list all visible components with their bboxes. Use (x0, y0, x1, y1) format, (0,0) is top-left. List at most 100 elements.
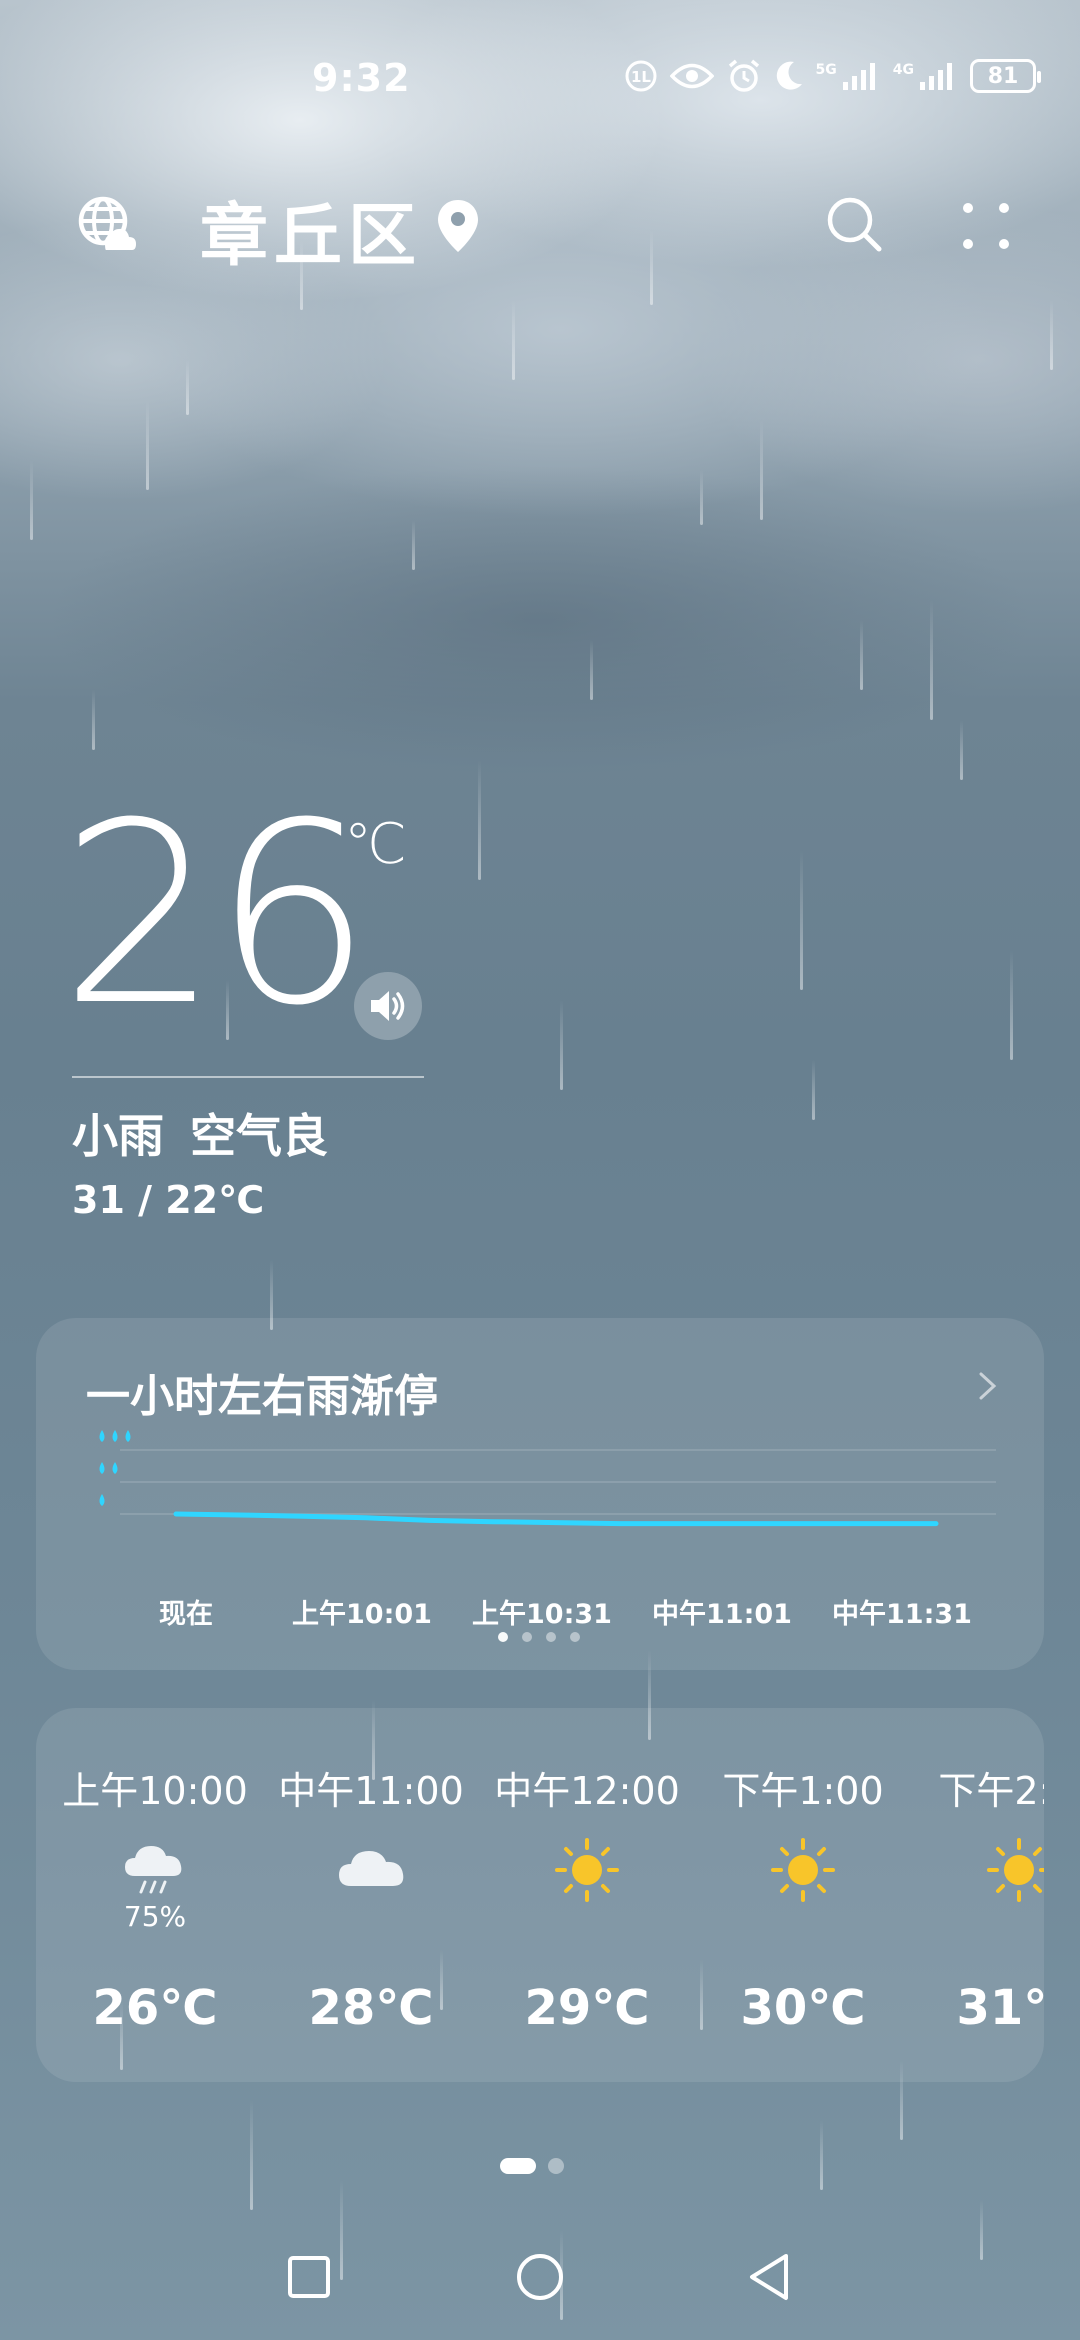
chart-tick: 上午10:01 (292, 1599, 432, 1630)
status-time: 9:32 (312, 56, 411, 100)
globe-weather-icon[interactable] (76, 194, 136, 254)
hourly-item[interactable]: 下午1:00 30℃ (698, 1708, 908, 2082)
rain-forecast-title: 一小时左右雨渐停 (86, 1371, 438, 1422)
raindrop (250, 2100, 253, 2210)
eye-icon (669, 58, 714, 94)
signal-5g-icon (841, 58, 881, 94)
air-quality[interactable]: 空气良 (190, 1100, 328, 1166)
pager-dot[interactable] (546, 1632, 556, 1642)
sun-icon (985, 1836, 1044, 1904)
raindrop (860, 620, 863, 690)
current-temperature: 26 (60, 769, 372, 1060)
cloud-icon (337, 1836, 405, 1904)
hourly-list[interactable]: 上午10:00 75% 26℃ 中午11:00 28℃ 中午12:00 29℃ 下午1… (36, 1708, 1044, 2082)
signal-4g-icon (918, 58, 958, 94)
chart-tick: 现在 (159, 1599, 213, 1630)
rain-cloud-icon (121, 1836, 189, 1904)
raindrop (812, 1060, 815, 1120)
recents-button[interactable] (276, 2244, 342, 2310)
hourly-time: 下午1:00 (722, 1769, 884, 1813)
hourly-temperature: 30℃ (740, 1980, 866, 2036)
hourly-temperature: 28℃ (308, 1980, 434, 2036)
raindrop (1050, 300, 1053, 370)
back-button[interactable] (736, 2244, 802, 2310)
hourly-temperature: 29℃ (524, 1980, 650, 2036)
search-icon[interactable] (824, 194, 884, 254)
hourly-item[interactable]: 下午2:00 31℃ (914, 1708, 1044, 2082)
chart-tick: 上午10:31 (472, 1599, 612, 1630)
raindrop (512, 300, 515, 380)
app-header: 章丘区 (0, 180, 1080, 276)
raindrop (1010, 950, 1013, 1060)
status-bar: 9:32 1L 5G 4G 81 (0, 52, 1080, 102)
pager-dot[interactable] (570, 1632, 580, 1642)
rain-card-pager[interactable] (498, 1632, 580, 1642)
divider (72, 1076, 424, 1078)
voice-broadcast-button[interactable] (354, 972, 422, 1040)
hourly-temperature: 26℃ (92, 1980, 218, 2036)
alarm-icon (726, 58, 762, 94)
hourly-item[interactable]: 中午12:00 29℃ (482, 1708, 692, 2082)
chart-tick: 中午11:31 (832, 1599, 972, 1630)
weather-condition: 小雨 (72, 1109, 164, 1163)
raindrop (930, 600, 933, 720)
rain-level-drop-icon (99, 1462, 105, 1474)
moon-icon (774, 58, 804, 94)
rain-level-drop-icon (112, 1462, 118, 1474)
raindrop (186, 360, 189, 415)
home-circle-icon (517, 2254, 563, 2300)
hourly-temperature: 31℃ (956, 1980, 1044, 2036)
raindrop (960, 720, 963, 780)
lte-call-icon: 1L (624, 58, 658, 94)
precipitation-probability: 75% (123, 1900, 187, 1933)
raindrop (820, 2120, 823, 2190)
pager-dot[interactable] (498, 1632, 508, 1642)
sun-icon (769, 1836, 837, 1904)
raindrop (700, 470, 703, 525)
page-indicator-dot (548, 2158, 564, 2174)
signal-4g-label: 4G (892, 62, 914, 78)
navigation-bar (0, 2244, 1080, 2310)
raindrop (412, 520, 415, 570)
chart-tick: 中午11:01 (652, 1599, 792, 1630)
status-icons: 1L 5G 4G 81 (624, 58, 1041, 94)
more-menu-icon[interactable] (960, 200, 1012, 252)
sun-icon (553, 1836, 621, 1904)
raindrop (590, 640, 593, 700)
hourly-item[interactable]: 中午11:00 28℃ (266, 1708, 476, 2082)
raindrop (92, 690, 95, 750)
pager-dot[interactable] (522, 1632, 532, 1642)
hourly-item[interactable]: 上午10:00 75% 26℃ (50, 1708, 260, 2082)
chevron-right-icon[interactable] (976, 1368, 1000, 1404)
raindrop (478, 760, 481, 880)
city-name[interactable]: 章丘区 (200, 180, 422, 279)
page-indicator-active (500, 2158, 536, 2174)
hourly-time: 下午2:00 (938, 1769, 1044, 1813)
page-indicator (500, 2158, 564, 2174)
raindrop (146, 400, 149, 490)
temperature-range: 31 / 22℃ (72, 1178, 265, 1222)
hourly-forecast-card[interactable]: 上午10:00 75% 26℃ 中午11:00 28℃ 中午12:00 29℃ 下午1… (36, 1708, 1044, 2082)
back-triangle-icon (750, 2254, 788, 2300)
rain-level-drop-icon (99, 1430, 105, 1442)
recents-square-icon (288, 2256, 330, 2298)
rain-level-drop-icon (112, 1430, 118, 1442)
home-button[interactable] (507, 2244, 573, 2310)
signal-5g-label: 5G (815, 62, 837, 78)
hourly-time: 上午10:00 (62, 1769, 248, 1813)
battery-level: 81 (987, 63, 1019, 89)
speaker-icon (371, 991, 405, 1021)
temperature-unit: ℃ (344, 812, 407, 877)
location-pin-icon (438, 200, 478, 252)
precipitation-line (173, 1511, 939, 1527)
battery-icon: 81 (970, 59, 1041, 93)
svg-text:1L: 1L (631, 68, 651, 86)
rain-forecast-card[interactable]: 一小时左右雨渐停 现在 上午10:01 上午10:31 中午11:01 中午11… (36, 1318, 1044, 1670)
raindrop (560, 1000, 563, 1090)
condition-row: 小雨 空气良 (72, 1100, 328, 1166)
rain-level-drop-icon (125, 1430, 131, 1442)
rain-level-drop-icon (99, 1494, 105, 1506)
raindrop (30, 460, 33, 540)
hourly-time: 中午11:00 (278, 1769, 464, 1813)
raindrop (760, 420, 763, 520)
